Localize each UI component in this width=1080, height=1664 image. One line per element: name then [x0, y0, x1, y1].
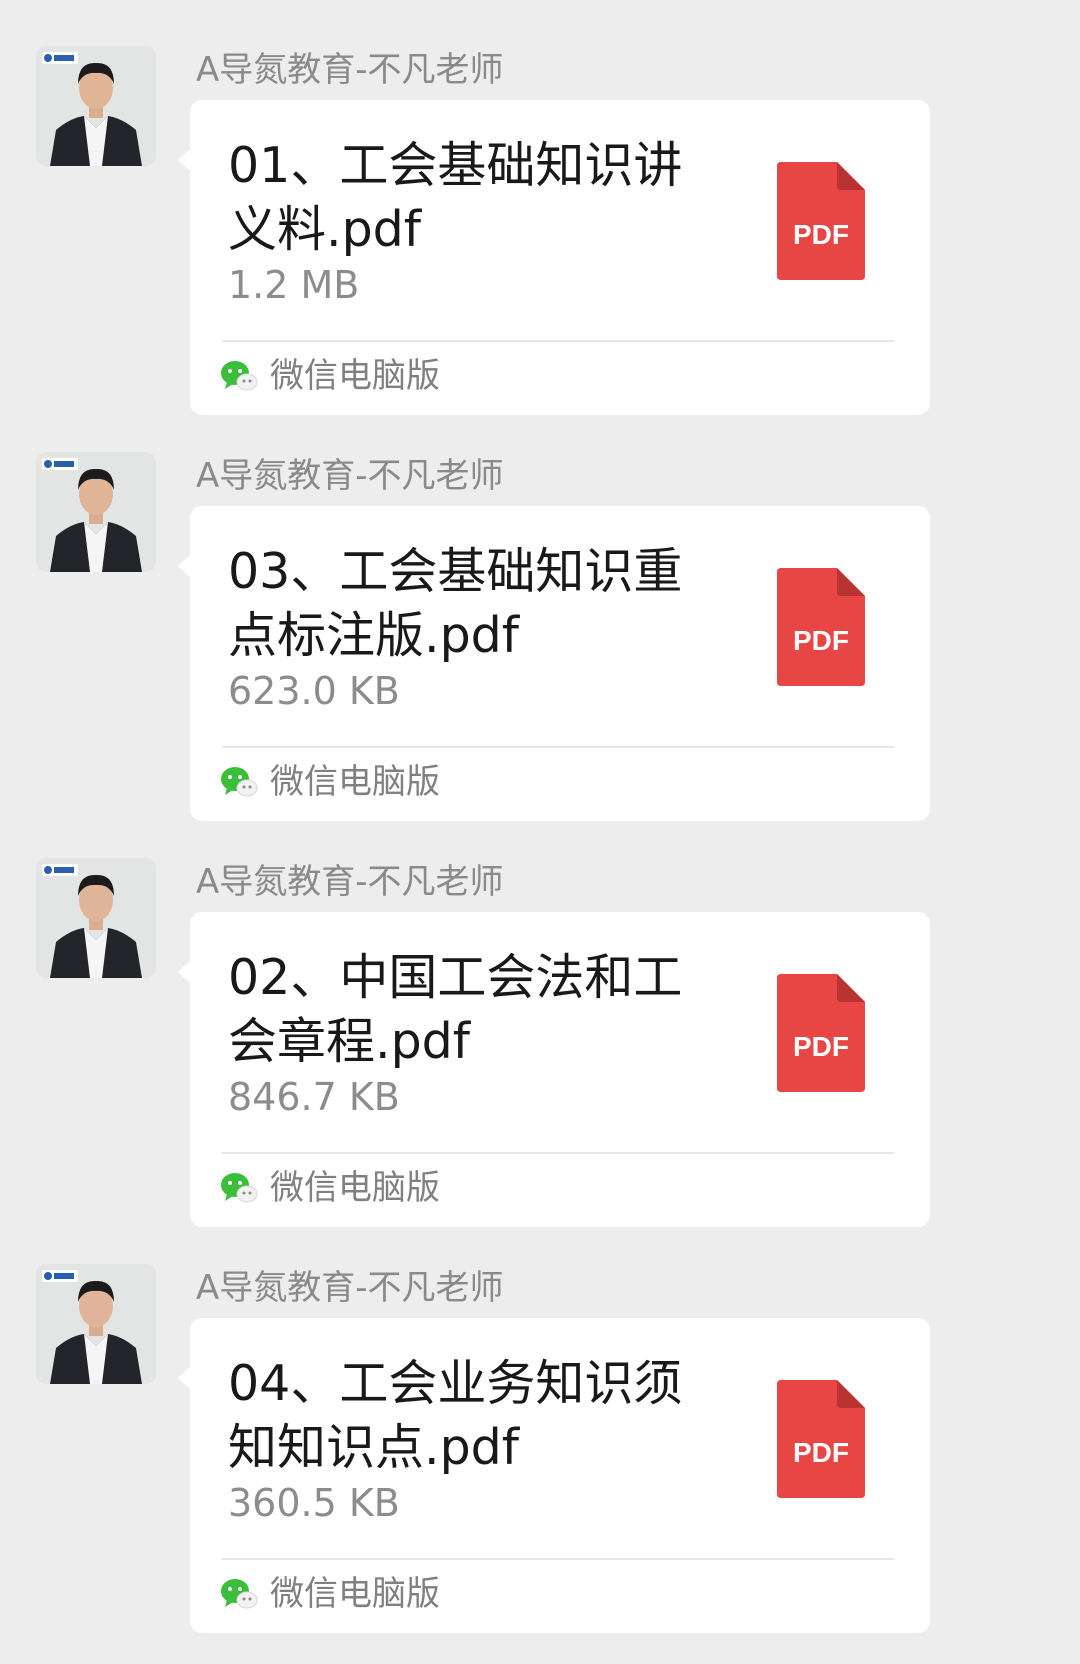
pdf-label: PDF: [793, 1031, 849, 1062]
chat-message: A导氮教育-不凡老师 02、中国工会法和工会章程.pdf 846.7 KB PD…: [0, 812, 1080, 1227]
teacher-portrait-icon: [36, 46, 156, 166]
teacher-portrait-icon: [36, 858, 156, 978]
file-message-card[interactable]: 03、工会基础知识重点标注版.pdf 623.0 KB PDF 微信电脑版: [178, 506, 930, 821]
sender-name: A导氮教育-不凡老师: [196, 1268, 504, 1308]
divider: [222, 1152, 894, 1154]
file-message-card[interactable]: 01、工会基础知识讲义料.pdf 1.2 MB PDF 微信电脑版: [178, 100, 930, 415]
wechat-icon: [220, 1578, 258, 1610]
file-name: 03、工会基础知识重点标注版.pdf: [228, 543, 683, 664]
chat-message: A导氮教育-不凡老师 01、工会基础知识讲义料.pdf 1.2 MB PDF 微…: [0, 0, 1080, 415]
source-label: 微信电脑版: [270, 356, 440, 396]
pdf-label: PDF: [793, 625, 849, 656]
file-name: 04、工会业务知识须知知识点.pdf: [228, 1355, 683, 1476]
sender-avatar[interactable]: [36, 1264, 156, 1384]
divider: [222, 746, 894, 748]
wechat-icon: [220, 360, 258, 392]
sender-avatar[interactable]: [36, 452, 156, 572]
pdf-file-icon: PDF: [777, 974, 865, 1092]
bubble-tail: [178, 148, 191, 172]
pdf-label: PDF: [793, 1437, 849, 1468]
sender-avatar[interactable]: [36, 858, 156, 978]
bubble-tail: [178, 1366, 191, 1390]
source-label: 微信电脑版: [270, 762, 440, 802]
chat-message-list: A导氮教育-不凡老师 01、工会基础知识讲义料.pdf 1.2 MB PDF 微…: [0, 0, 1080, 1664]
pdf-file-icon: PDF: [777, 568, 865, 686]
pdf-file-icon: PDF: [777, 162, 865, 280]
divider: [222, 340, 894, 342]
teacher-portrait-icon: [36, 452, 156, 572]
file-message-card[interactable]: 04、工会业务知识须知知识点.pdf 360.5 KB PDF 微信电脑版: [178, 1318, 930, 1633]
sender-avatar[interactable]: [36, 46, 156, 166]
file-message-card[interactable]: 02、中国工会法和工会章程.pdf 846.7 KB PDF 微信电脑版: [178, 912, 930, 1227]
file-size: 360.5 KB: [228, 1481, 400, 1525]
chat-message: A导氮教育-不凡老师 04、工会业务知识须知知识点.pdf 360.5 KB P…: [0, 1218, 1080, 1633]
source-label: 微信电脑版: [270, 1574, 440, 1614]
wechat-icon: [220, 766, 258, 798]
file-size: 1.2 MB: [228, 263, 360, 307]
wechat-icon: [220, 1172, 258, 1204]
chat-message: A导氮教育-不凡老师 03、工会基础知识重点标注版.pdf 623.0 KB P…: [0, 406, 1080, 821]
sender-name: A导氮教育-不凡老师: [196, 50, 504, 90]
file-name: 02、中国工会法和工会章程.pdf: [228, 949, 683, 1070]
pdf-file-icon: PDF: [777, 1380, 865, 1498]
file-size: 623.0 KB: [228, 669, 400, 713]
bubble-tail: [178, 554, 191, 578]
file-name: 01、工会基础知识讲义料.pdf: [228, 137, 683, 258]
sender-name: A导氮教育-不凡老师: [196, 862, 504, 902]
teacher-portrait-icon: [36, 1264, 156, 1384]
divider: [222, 1558, 894, 1560]
file-size: 846.7 KB: [228, 1075, 400, 1119]
bubble-tail: [178, 960, 191, 984]
source-label: 微信电脑版: [270, 1168, 440, 1208]
sender-name: A导氮教育-不凡老师: [196, 456, 504, 496]
pdf-label: PDF: [793, 219, 849, 250]
